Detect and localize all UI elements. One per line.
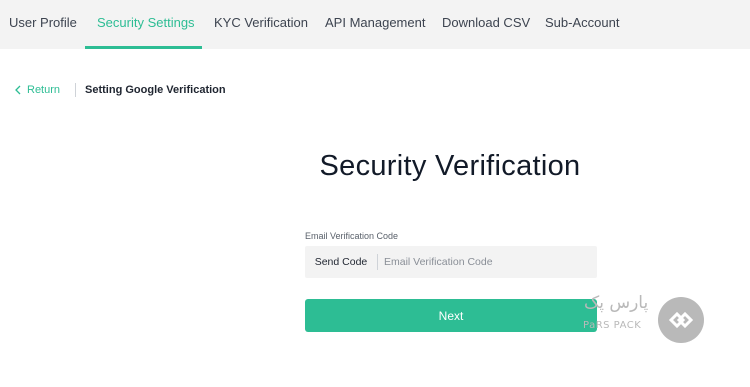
breadcrumb-divider [75, 83, 77, 97]
email-code-input[interactable] [378, 247, 597, 277]
tab-security-settings[interactable]: Security Settings [97, 0, 195, 46]
tab-kyc-verification[interactable]: KYC Verification [214, 0, 308, 46]
return-link[interactable]: Return [15, 84, 60, 96]
active-tab-indicator [85, 46, 202, 49]
tab-download-csv[interactable]: Download CSV [442, 0, 530, 46]
chevron-left-icon [15, 85, 21, 95]
breadcrumb: Return Setting Google Verification [15, 82, 226, 98]
watermark: پارس پک PaRS PACK [580, 293, 710, 345]
breadcrumb-current: Setting Google Verification [85, 84, 226, 96]
page-title: Security Verification [319, 150, 581, 182]
next-button[interactable]: Next [305, 299, 597, 332]
return-label: Return [27, 84, 61, 96]
watermark-text-en: PaRS PACK [583, 320, 642, 331]
tab-api-management[interactable]: API Management [325, 0, 425, 46]
email-code-label: Email Verification Code [305, 231, 399, 241]
tab-user-profile[interactable]: User Profile [9, 0, 77, 46]
email-code-field: Send Code [305, 246, 597, 278]
tab-sub-account[interactable]: Sub-Account [545, 0, 619, 46]
send-code-button[interactable]: Send Code [305, 256, 377, 268]
top-nav: User Profile Security Settings KYC Verif… [0, 0, 750, 49]
parspack-logo-icon [658, 297, 704, 343]
watermark-text-fa: پارس پک [584, 293, 649, 313]
